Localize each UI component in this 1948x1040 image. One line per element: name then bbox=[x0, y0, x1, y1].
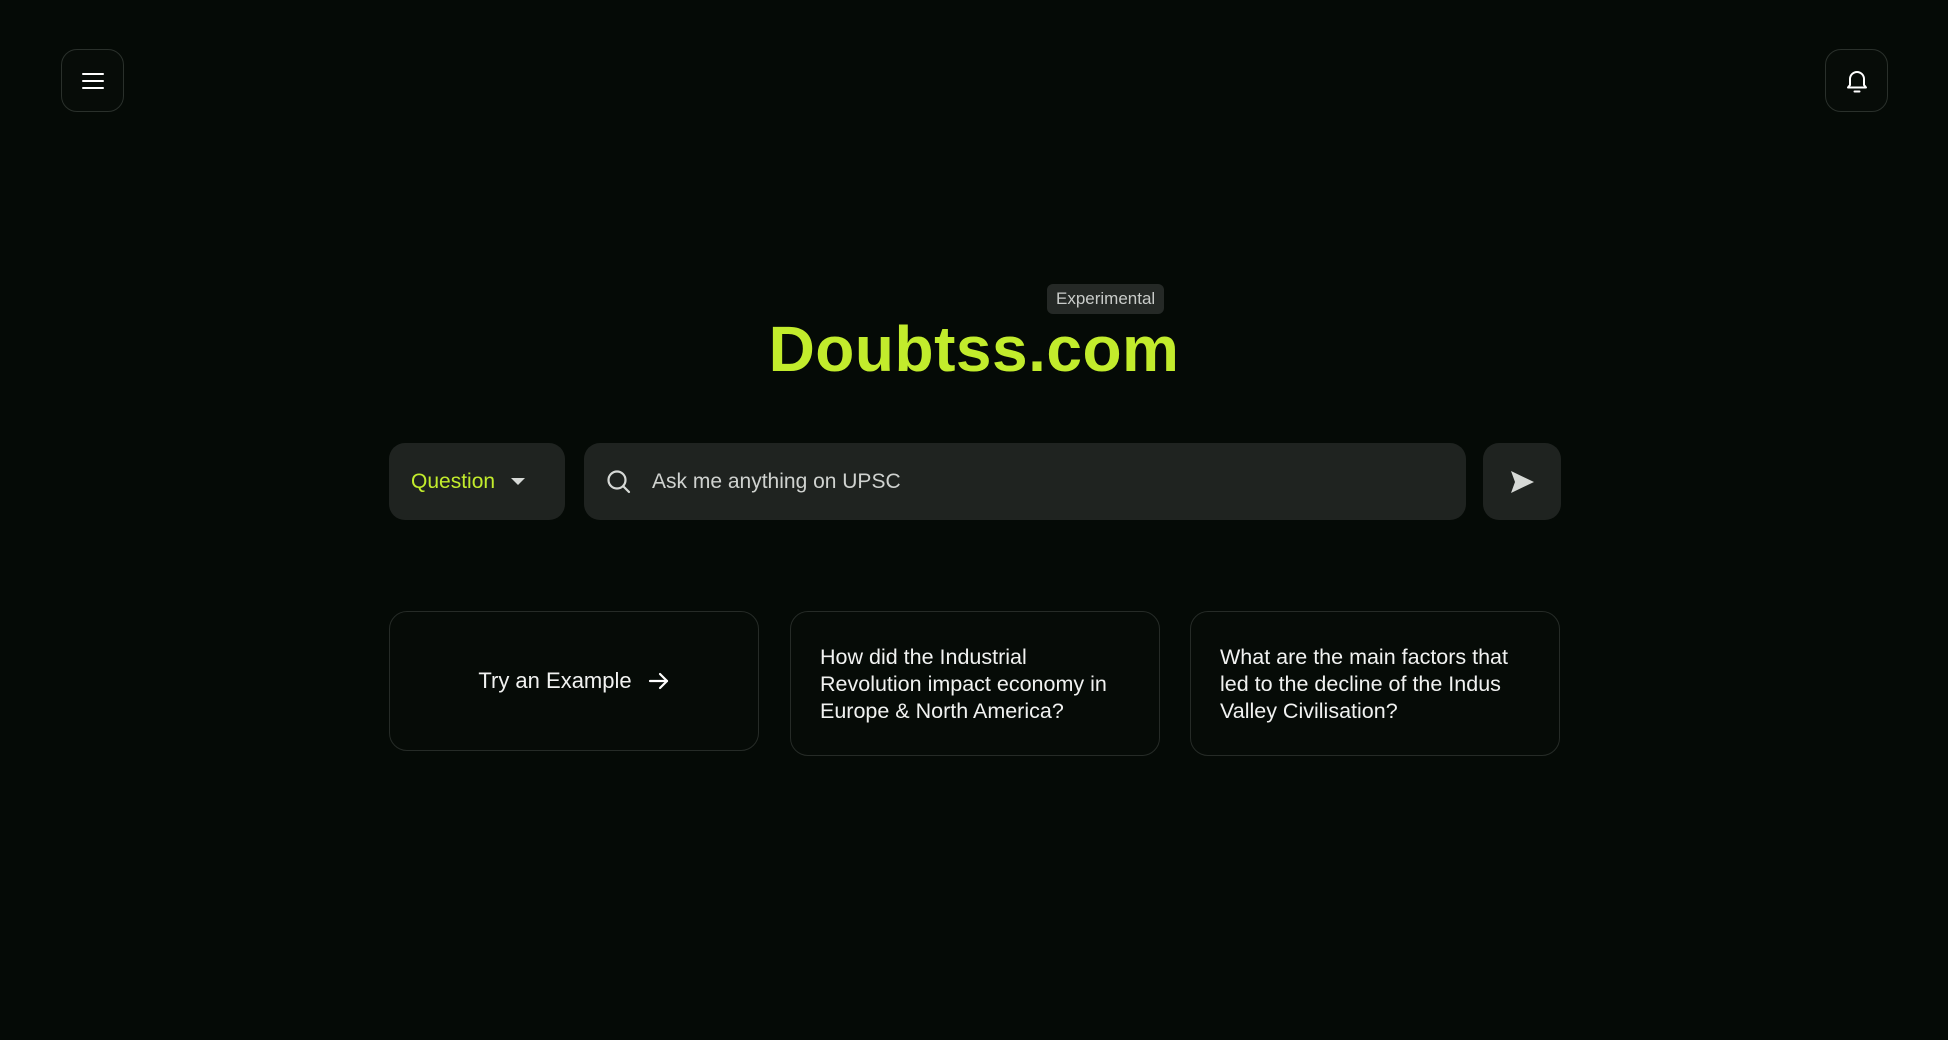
try-example-card[interactable]: Try an Example bbox=[389, 611, 759, 751]
example-question-card[interactable]: What are the main factors that led to th… bbox=[1190, 611, 1560, 756]
try-example-label: Try an Example bbox=[478, 668, 632, 693]
chevron-down-icon bbox=[511, 478, 526, 485]
hamburger-menu-icon bbox=[81, 72, 104, 89]
search-icon bbox=[607, 469, 631, 493]
mode-dropdown-label: Question bbox=[411, 469, 496, 493]
search-bar: Question bbox=[389, 443, 1561, 520]
bell-icon bbox=[1846, 70, 1867, 92]
example-question-card[interactable]: How did the Industrial Revolution impact… bbox=[790, 611, 1160, 756]
arrow-right-icon bbox=[648, 672, 668, 690]
search-field[interactable] bbox=[584, 443, 1466, 520]
search-input[interactable] bbox=[650, 460, 1466, 503]
mode-dropdown[interactable]: Question bbox=[389, 443, 565, 520]
page: Experimental Doubtss.com Question Try an… bbox=[0, 0, 1948, 1040]
notifications-button[interactable] bbox=[1825, 49, 1888, 112]
send-button[interactable] bbox=[1483, 443, 1561, 520]
send-icon bbox=[1511, 470, 1534, 493]
hero: Experimental Doubtss.com bbox=[0, 282, 1948, 385]
site-title: Doubtss.com bbox=[768, 313, 1180, 385]
menu-button[interactable] bbox=[61, 49, 124, 112]
experimental-badge: Experimental bbox=[1047, 284, 1165, 314]
